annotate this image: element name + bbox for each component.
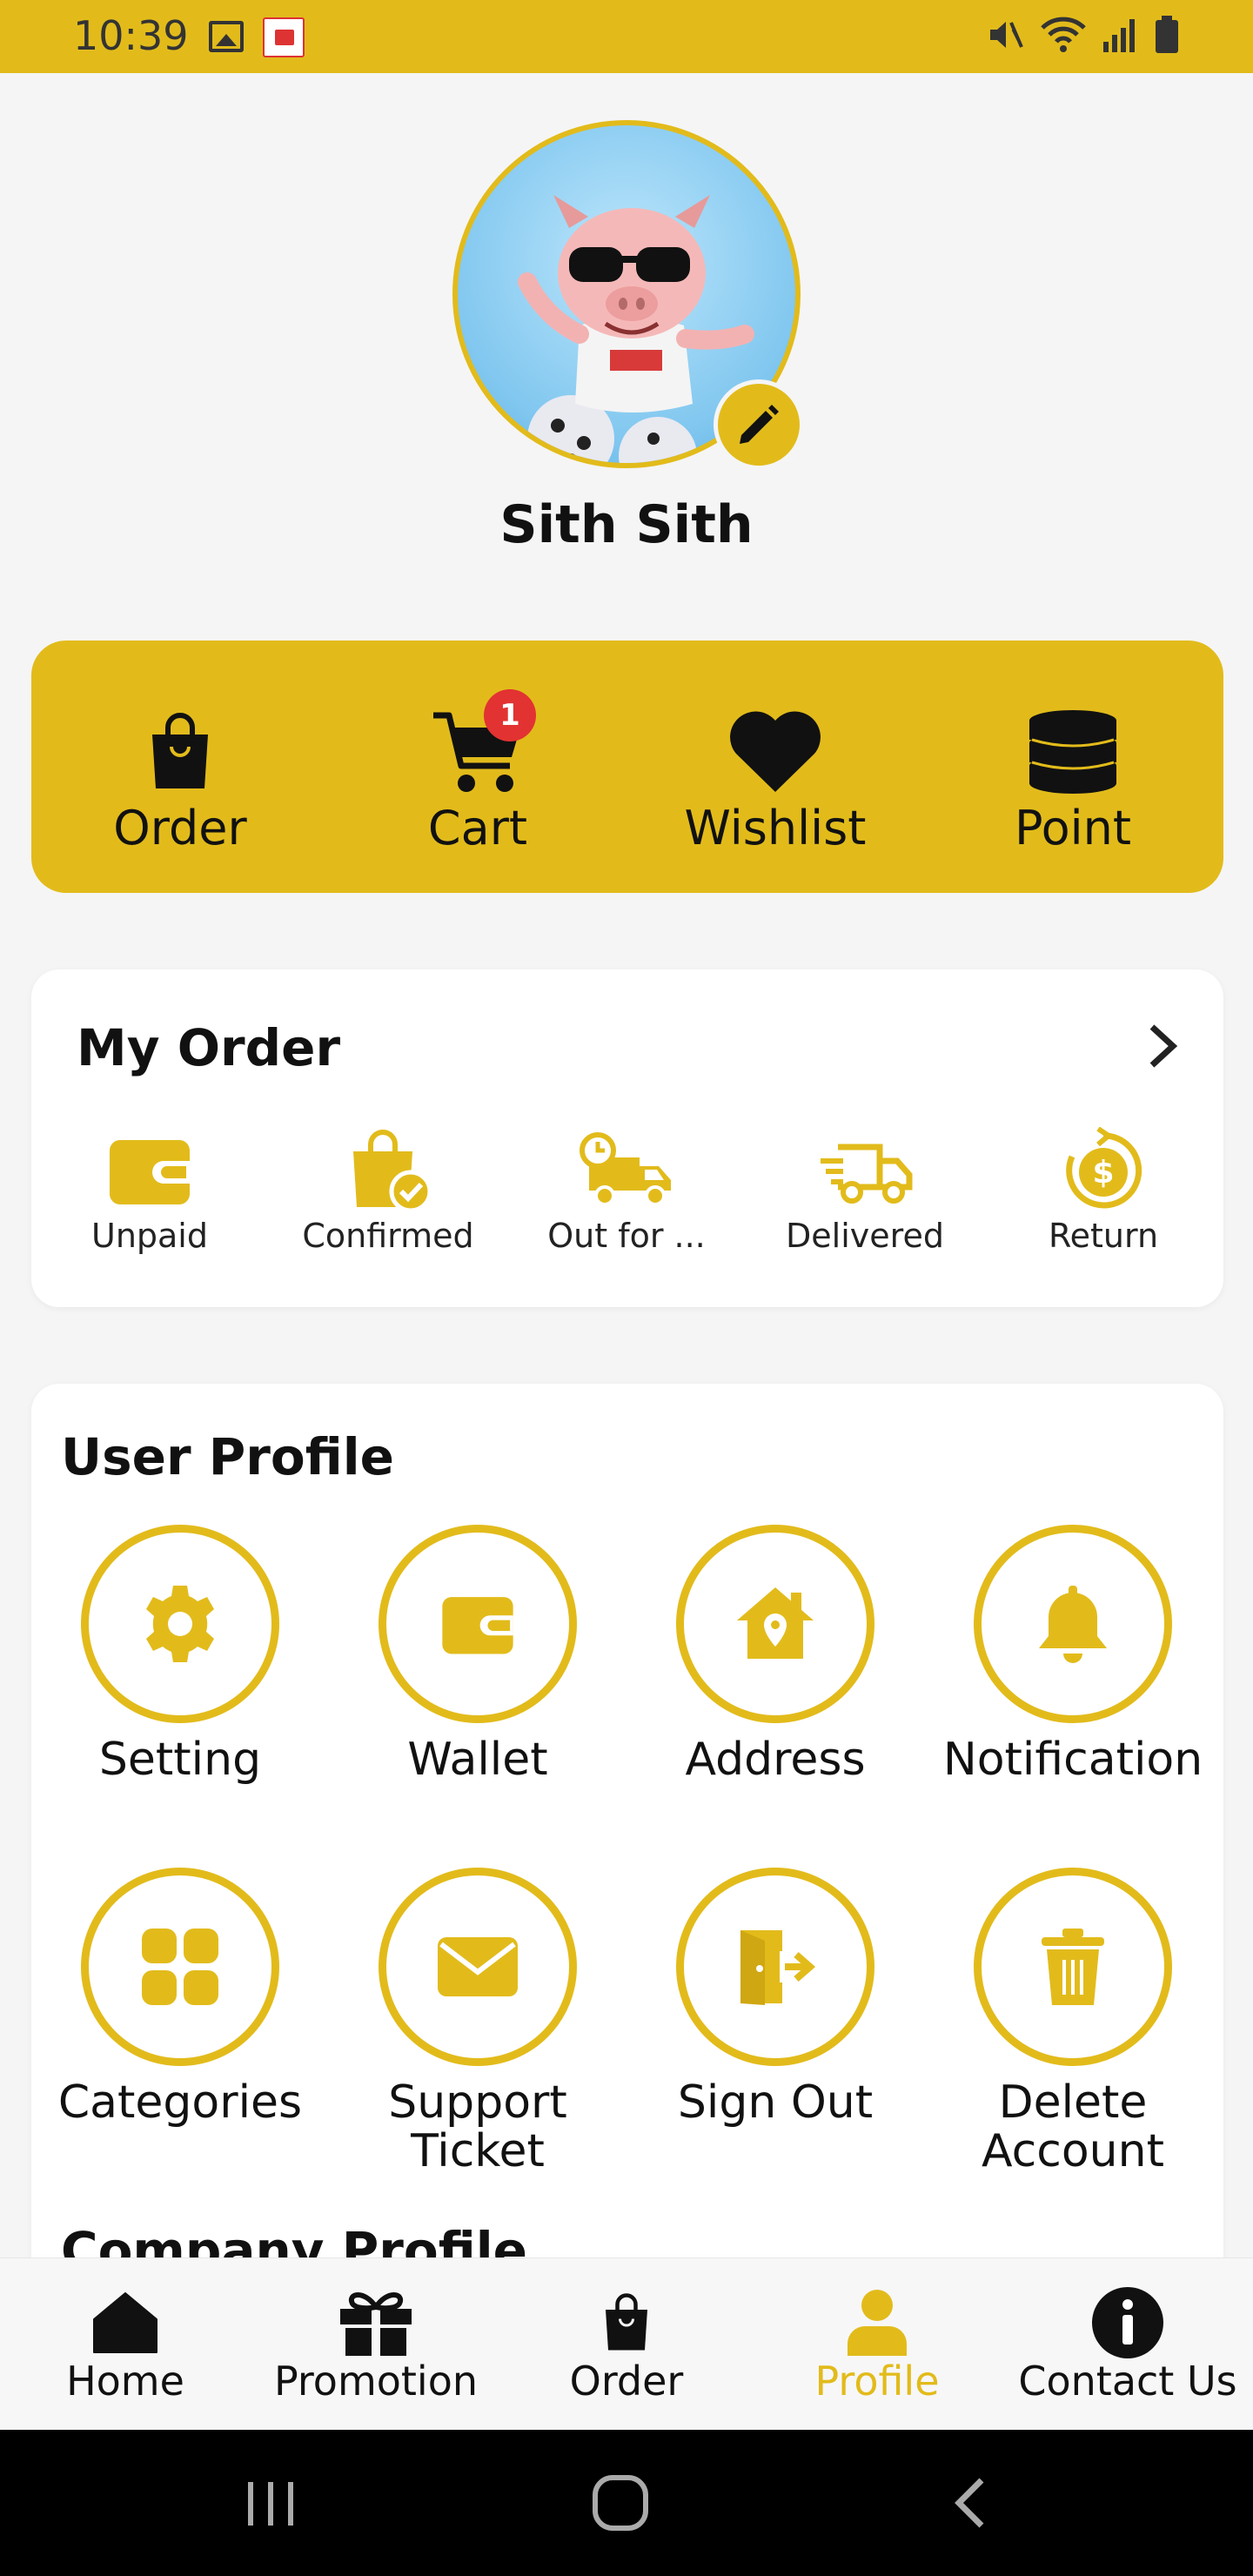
profile-item-label: Sign Out xyxy=(677,2076,874,2129)
pencil-icon xyxy=(740,405,779,444)
chevron-right-icon xyxy=(1149,1024,1178,1068)
battery-icon xyxy=(1156,16,1178,53)
my-order-title[interactable]: My Order xyxy=(77,1018,340,1077)
nav-order[interactable]: Order xyxy=(501,2258,752,2431)
nav-home[interactable]: Home xyxy=(0,2258,251,2431)
home-location-icon xyxy=(737,1587,814,1659)
quick-actions-panel: Order Cart Wishlist Point xyxy=(31,641,1223,893)
quick-action-order[interactable]: Order xyxy=(31,641,329,893)
profile-item-label: Wallet xyxy=(407,1734,548,1786)
order-status-return[interactable]: $ Return xyxy=(990,1114,1216,1271)
svg-text:$: $ xyxy=(1092,1155,1114,1191)
heart-icon xyxy=(730,711,821,792)
gift-icon xyxy=(340,2292,412,2356)
gallery-notification-icon xyxy=(209,21,244,52)
home-system-button[interactable] xyxy=(581,2468,660,2538)
order-status-delivered[interactable]: Delivered xyxy=(752,1114,978,1271)
back-chevron-icon xyxy=(955,2478,984,2528)
wifi-icon xyxy=(1041,17,1086,52)
nav-contact-us[interactable]: Contact Us xyxy=(1002,2258,1253,2431)
recent-apps-button[interactable] xyxy=(231,2468,310,2538)
nav-promotion[interactable]: Promotion xyxy=(251,2258,501,2431)
nav-label: Promotion xyxy=(273,2358,479,2405)
cart-badge: 1 xyxy=(484,689,536,741)
profile-name: Sith Sith xyxy=(499,494,754,555)
profile-item-label: Notification xyxy=(942,1734,1203,1786)
profile-item-label: Support Ticket xyxy=(388,2076,567,2177)
quick-action-label: Cart xyxy=(427,801,528,855)
status-time: 10:39 xyxy=(73,12,189,59)
order-status-label: Confirmed xyxy=(302,1217,474,1255)
profile-item-label: Address xyxy=(685,1734,866,1786)
shopping-bag-icon xyxy=(152,713,208,788)
order-status-label: Return xyxy=(1048,1217,1159,1255)
order-status-out-for-delivery[interactable]: Out for ... xyxy=(513,1114,740,1271)
bottom-navigation: Home Promotion Order Profile Contact Us xyxy=(0,2257,1253,2430)
status-bar: 10:39 xyxy=(0,0,1253,73)
order-status-unpaid[interactable]: Unpaid xyxy=(37,1114,263,1271)
back-button[interactable] xyxy=(931,2468,1009,2538)
order-status-label: Unpaid xyxy=(91,1217,208,1255)
trash-icon xyxy=(1042,1929,1104,2005)
gear-icon xyxy=(146,1586,214,1662)
delivery-truck-clock-icon xyxy=(580,1132,671,1206)
app-notification-icon xyxy=(263,17,305,57)
user-profile-title: User Profile xyxy=(61,1427,394,1486)
nav-label: Contact Us xyxy=(1018,2358,1237,2405)
shopping-bag-icon xyxy=(606,2293,647,2351)
envelope-icon xyxy=(438,1937,518,1996)
grid-icon xyxy=(142,1929,218,2005)
profile-item-label: Categories xyxy=(57,2076,303,2129)
coins-icon xyxy=(1029,710,1116,794)
home-icon xyxy=(93,2292,157,2353)
order-status-label: Out for ... xyxy=(547,1217,706,1255)
info-icon xyxy=(1092,2287,1163,2358)
mute-icon xyxy=(990,22,1023,48)
order-status-label: Delivered xyxy=(786,1217,944,1255)
quick-action-label: Order xyxy=(113,801,247,855)
wallet-icon xyxy=(442,1597,513,1654)
dollar-refresh-icon: $ xyxy=(1066,1127,1142,1209)
fast-truck-icon xyxy=(821,1144,913,1204)
quick-action-cart[interactable]: Cart xyxy=(329,641,626,893)
wallet-icon xyxy=(110,1140,190,1204)
quick-action-label: Point xyxy=(1014,801,1132,855)
system-navigation-bar xyxy=(0,2430,1253,2576)
my-order-see-all-button[interactable] xyxy=(1136,1020,1189,1072)
bag-check-icon xyxy=(353,1130,432,1213)
recent-apps-icon xyxy=(248,2482,293,2526)
quick-action-point[interactable]: Point xyxy=(924,641,1222,893)
edit-avatar-button[interactable] xyxy=(714,379,804,470)
profile-item-label: Delete Account xyxy=(982,2076,1164,2177)
quick-action-wishlist[interactable]: Wishlist xyxy=(626,641,924,893)
nav-profile[interactable]: Profile xyxy=(752,2258,1002,2431)
profile-item-label: Setting xyxy=(98,1734,262,1786)
home-circle-icon xyxy=(593,2475,648,2531)
order-status-confirmed[interactable]: Confirmed xyxy=(275,1114,501,1271)
nav-label: Profile xyxy=(814,2358,940,2405)
nav-label: Order xyxy=(569,2358,684,2405)
signal-icon xyxy=(1103,19,1135,52)
sign-out-icon xyxy=(740,1930,816,2005)
nav-label: Home xyxy=(66,2358,184,2405)
bell-icon xyxy=(1039,1586,1107,1663)
user-icon xyxy=(848,2290,907,2356)
quick-action-label: Wishlist xyxy=(684,801,867,855)
